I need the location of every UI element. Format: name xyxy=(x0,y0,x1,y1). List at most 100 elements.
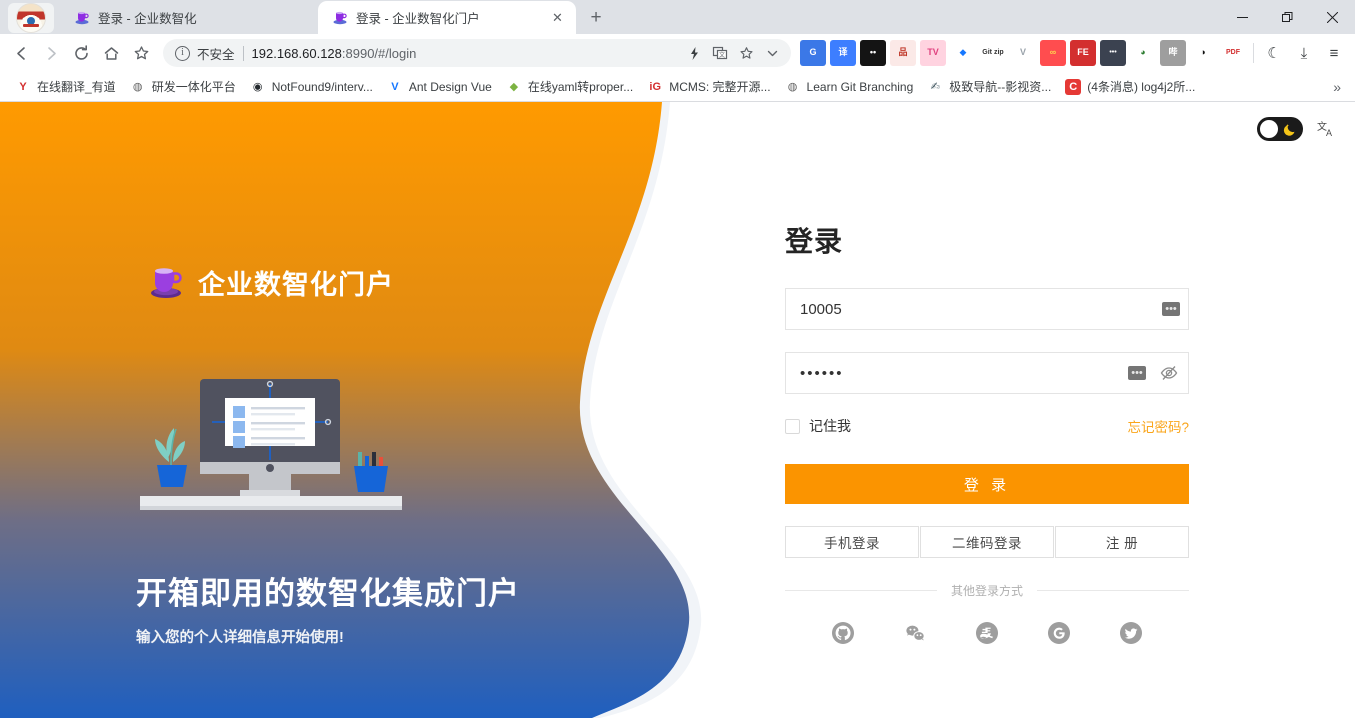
more-dots-ext[interactable]: ••• xyxy=(1100,40,1126,66)
bookmark-item[interactable]: C (4条消息) log4j2所... xyxy=(1058,75,1202,99)
forgot-password-link[interactable]: 忘记密码? xyxy=(1127,416,1189,436)
bookmark-favicon: C xyxy=(1065,78,1082,95)
bookmark-favicon: ✍ xyxy=(927,78,944,95)
username-input[interactable] xyxy=(800,289,1158,329)
svg-text:文: 文 xyxy=(719,51,725,59)
translate-card-icon[interactable]: 文 xyxy=(707,40,733,66)
reload-icon[interactable] xyxy=(66,38,96,68)
github-login-icon[interactable] xyxy=(831,621,855,645)
login-page: 文 A 企业数智化门户 开箱即用的数智化集成门户 输入您的个人详细信息开始使用!… xyxy=(0,102,1355,718)
remember-me-label: 记住我 xyxy=(809,418,851,434)
fe-helper-ext[interactable]: FE xyxy=(1070,40,1096,66)
tv-ext[interactable]: TV xyxy=(920,40,946,66)
sitemap-ext[interactable]: 品 xyxy=(890,40,916,66)
bookmark-favicon: ◉ xyxy=(249,78,266,95)
star-icon[interactable] xyxy=(733,40,759,66)
plant-icon xyxy=(155,428,187,487)
remember-row: 记住我 忘记密码? xyxy=(785,416,1189,436)
qrcode-login-button[interactable]: 二维码登录 xyxy=(920,526,1054,558)
moon-icon xyxy=(1283,124,1295,136)
browser-toolbar: i 不安全 192.168.60.128:8990/#/login 文 G 译 ••… xyxy=(0,34,1355,72)
bookmark-item[interactable]: ◉ NotFound9/interv... xyxy=(243,75,380,99)
bookmark-favicon: Y xyxy=(15,78,31,95)
bookmark-item[interactable]: iG MCMS: 完整开源... xyxy=(640,75,777,99)
infinity-ext[interactable]: ∞ xyxy=(1040,40,1066,66)
phone-login-button[interactable]: 手机登录 xyxy=(785,526,919,558)
toggle-knob xyxy=(1260,120,1278,138)
close-icon[interactable]: ✕ xyxy=(549,9,566,26)
pen-holder-icon xyxy=(354,452,388,492)
google-login-icon[interactable] xyxy=(1047,621,1071,645)
bookmark-star-icon[interactable] xyxy=(126,38,156,68)
pdf-ext[interactable]: PDF xyxy=(1220,40,1246,66)
close-window-icon[interactable] xyxy=(1310,0,1355,34)
monitor-icon xyxy=(200,379,340,498)
vue-ext[interactable]: V xyxy=(1010,40,1036,66)
java-cup-icon xyxy=(74,10,90,26)
clock-ext[interactable]: ◑ xyxy=(1190,40,1216,66)
tab-strip: 登录 - 企业数智化 登录 - 企业数智化门户 ✕ + xyxy=(0,0,1355,34)
remember-me-checkbox[interactable] xyxy=(785,418,800,434)
bookmark-item[interactable]: V Ant Design Vue xyxy=(380,75,499,99)
bookmark-label: 极致导航--影视资... xyxy=(949,80,1052,94)
bookmark-label: NotFound9/interv... xyxy=(271,79,373,94)
username-field-wrap[interactable]: ••• xyxy=(785,288,1189,330)
wechat-login-icon[interactable] xyxy=(903,621,927,645)
bookmark-item[interactable]: Y 在线翻译_有道 xyxy=(8,75,123,99)
avatar xyxy=(16,3,46,33)
bookmark-favicon: ◍ xyxy=(129,78,146,95)
language-icon[interactable]: 文 A xyxy=(1317,119,1337,139)
bookmark-label: (4条消息) log4j2所... xyxy=(1087,80,1196,94)
dark-mode-icon[interactable]: ☾ xyxy=(1259,38,1289,68)
autofill-icon[interactable]: ••• xyxy=(1162,302,1180,316)
twitter-login-icon[interactable] xyxy=(1119,621,1143,645)
google-translate-ext[interactable]: G xyxy=(800,40,826,66)
tab-1[interactable]: 登录 - 企业数智化门户 ✕ xyxy=(318,1,576,34)
register-button[interactable]: 注 册 xyxy=(1055,526,1189,558)
extensions-strip: G 译 •• 品 TV ◆ Git zip V ∞ FE ••• ◕ 哔 ◑ PDF xyxy=(798,40,1248,66)
bookmark-label: Ant Design Vue xyxy=(408,79,492,94)
info-icon: i xyxy=(175,45,190,61)
profile-button[interactable] xyxy=(8,3,54,33)
autofill-icon[interactable]: ••• xyxy=(1128,366,1146,380)
other-login-divider: 其他登录方式 xyxy=(785,582,1190,599)
fanyi-ext[interactable]: 译 xyxy=(830,40,856,66)
menu-icon[interactable]: ≡ xyxy=(1319,38,1349,68)
alipay-login-icon[interactable] xyxy=(975,621,999,645)
login-submit-button[interactable]: 登 录 xyxy=(785,464,1189,504)
dark-mode-toggle[interactable] xyxy=(1257,117,1303,141)
minimize-icon[interactable] xyxy=(1220,0,1265,34)
eye-slash-icon[interactable] xyxy=(1158,362,1180,384)
diamond-ext[interactable]: ◆ xyxy=(950,40,976,66)
tab-0[interactable]: 登录 - 企业数智化 xyxy=(60,1,318,34)
downloads-icon[interactable]: ⤓ xyxy=(1289,38,1319,68)
chevron-down-icon[interactable] xyxy=(759,40,785,66)
social-login-row xyxy=(785,621,1189,645)
bookmark-favicon: V xyxy=(386,78,403,95)
winrar-ext[interactable]: ◕ xyxy=(1130,40,1156,66)
bilibili-ext[interactable]: 哔 xyxy=(1160,40,1186,66)
lightning-icon[interactable] xyxy=(681,40,707,66)
remember-me-wrap[interactable]: 记住我 xyxy=(785,416,851,436)
bookmarks-overflow-icon[interactable]: » xyxy=(1327,79,1347,95)
home-icon[interactable] xyxy=(96,38,126,68)
bookmark-label: 在线yaml转proper... xyxy=(527,80,634,94)
maximize-icon[interactable] xyxy=(1265,0,1310,34)
omnibox-actions: 文 xyxy=(681,40,785,66)
bookmark-item[interactable]: ◆ 在线yaml转proper... xyxy=(499,75,640,99)
address-bar[interactable]: i 不安全 192.168.60.128:8990/#/login 文 xyxy=(163,39,791,67)
coffee-cup-logo-icon xyxy=(151,268,182,298)
window-controls xyxy=(1220,0,1355,34)
password-input[interactable]: •••••• xyxy=(800,365,1124,382)
browser-window: 登录 - 企业数智化 登录 - 企业数智化门户 ✕ + i 不安全 192.16… xyxy=(0,0,1355,718)
toolbar-divider xyxy=(1253,43,1254,63)
new-tab-button[interactable]: + xyxy=(582,3,610,31)
dark-reader-ext[interactable]: •• xyxy=(860,40,886,66)
password-field-wrap[interactable]: •••••• ••• xyxy=(785,352,1189,394)
forward-icon[interactable] xyxy=(36,38,66,68)
back-icon[interactable] xyxy=(6,38,36,68)
bookmark-item[interactable]: ✍ 极致导航--影视资... xyxy=(920,75,1058,99)
bookmark-item[interactable]: ◍ 研发一体化平台 xyxy=(123,75,243,99)
gitzip-ext[interactable]: Git zip xyxy=(980,40,1006,66)
bookmark-item[interactable]: ◍ Learn Git Branching xyxy=(778,75,921,99)
